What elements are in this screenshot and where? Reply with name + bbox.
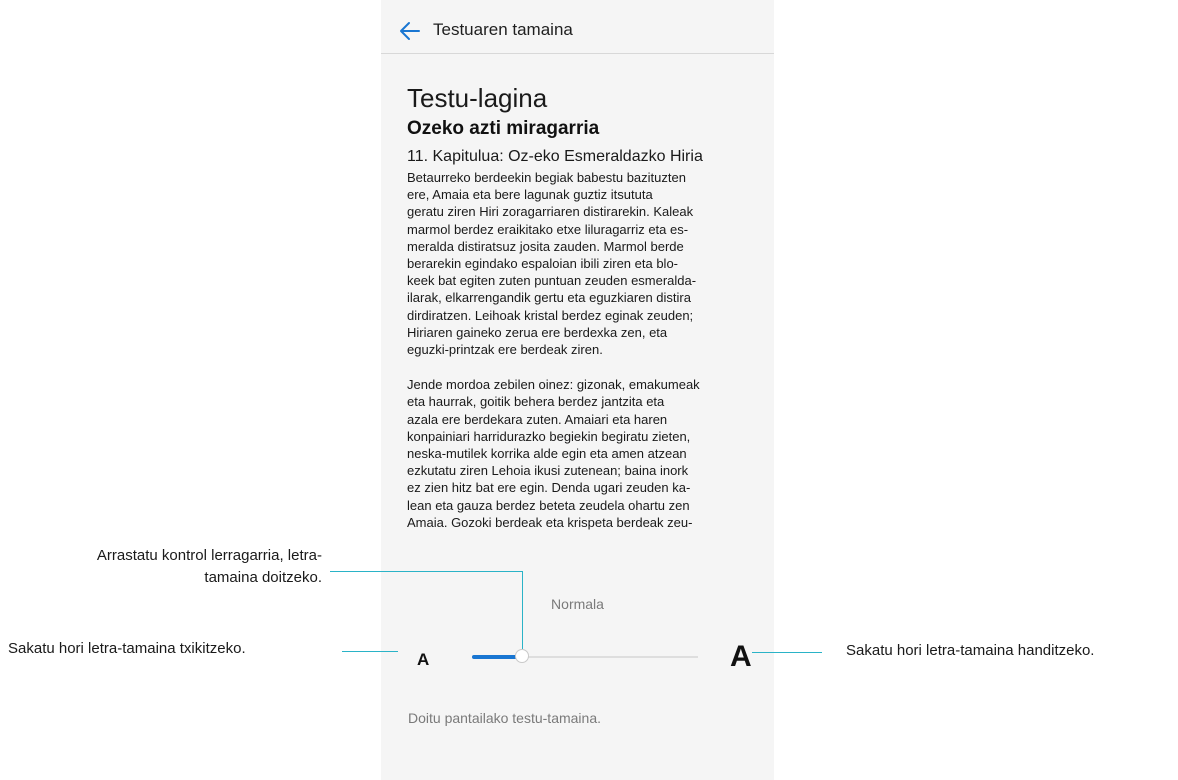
paragraph-line: geratu ziren Hiri zoragarriaren distirar… [407,204,694,220]
current-size-label: Normala [551,596,604,612]
page-title: Testuaren tamaina [433,20,573,39]
sample-paragraph-1: Betaurreko berdeekin begiak babestu bazi… [407,169,771,358]
callout-slider-line: Arrastatu kontrol lerragarria, letra- [96,547,322,564]
decrease-font-button[interactable]: A [417,650,429,670]
paragraph-line: keek bat egiten zuten puntuan zeuden esm… [407,273,697,289]
callout-slider: Arrastatu kontrol lerragarria, letra- ta… [0,545,322,589]
slider-thumb[interactable] [515,649,529,663]
paragraph-line: Betaurreko berdeekin begiak babestu bazi… [407,170,686,185]
callout-large: Sakatu hori letra-tamaina handitzeko. [846,642,1095,659]
paragraph-line: konpainiari harridurazko begiekin begira… [407,428,691,444]
arrow-left-icon[interactable] [399,20,421,42]
paragraph-line: ere, Amaia eta bere lagunak guztiz itsut… [407,187,653,203]
sample-label: Testu-lagina [407,83,548,113]
paragraph-line: ilarak, elkarrengandik gertu eta eguzkia… [407,290,691,306]
paragraph-line: azala ere berdekara zuten. Amaiari eta h… [407,411,668,427]
paragraph-line: Jende mordoa zebilen oinez: gizonak, ema… [407,377,700,393]
sample-text-preview: Testu-lagina Ozeko azti miragarria 11. K… [407,80,771,531]
leader-line-small [342,651,398,652]
paragraph-line: ezkutatu ziren Lehoia ikusi zutenean; ba… [407,463,689,479]
paragraph-line: ez zien hitz bat ere egin. Denda ugari z… [407,480,691,496]
chapter-heading: 11. Kapitulua: Oz-eko Esmeraldazko Hiria [407,148,703,165]
paragraph-line: meralda distiratsuz josita zauden. Marmo… [407,238,684,254]
leader-line-large [752,652,822,653]
phone-screen: Testuaren tamaina Testu-lagina Ozeko azt… [381,0,774,780]
footer-hint: Doitu pantailako testu-tamaina. [408,710,601,726]
paragraph-line: Hiriaren gaineko zerua ere berdexka zen,… [407,324,668,340]
book-title: Ozeko azti miragarria [407,118,600,139]
leader-line-slider-v [522,571,523,649]
paragraph-line: neska-mutilek korrika alde egin eta amen… [407,446,687,462]
paragraph-line: Amaia. Gozoki berdeak eta krispeta berde… [407,514,693,530]
increase-font-button[interactable]: A [730,640,752,674]
callout-slider-line: tamaina doitzeko. [204,569,322,586]
callout-small: Sakatu hori letra-tamaina txikitzeko. [8,640,246,657]
paragraph-line: eguzki-printzak ere berdeak ziren. [407,342,603,358]
paragraph-line: dirdiratzen. Leihoak kristal berdez egin… [407,307,694,323]
paragraph-line: lean eta gauza berdez beteta zeudela oha… [407,497,690,513]
slider-fill [472,655,517,659]
paragraph-line: marmol berdez eraikitako etxe liluragarr… [407,221,689,237]
app-bar: Testuaren tamaina [381,0,774,54]
sample-paragraph-2: Jende mordoa zebilen oinez: gizonak, ema… [407,376,771,531]
paragraph-line: eta haurrak, goitik behera berdez jantzi… [407,394,665,410]
paragraph-line: berarekin egindako espaloian ibili ziren… [407,256,679,272]
leader-line-slider-h [330,571,523,572]
